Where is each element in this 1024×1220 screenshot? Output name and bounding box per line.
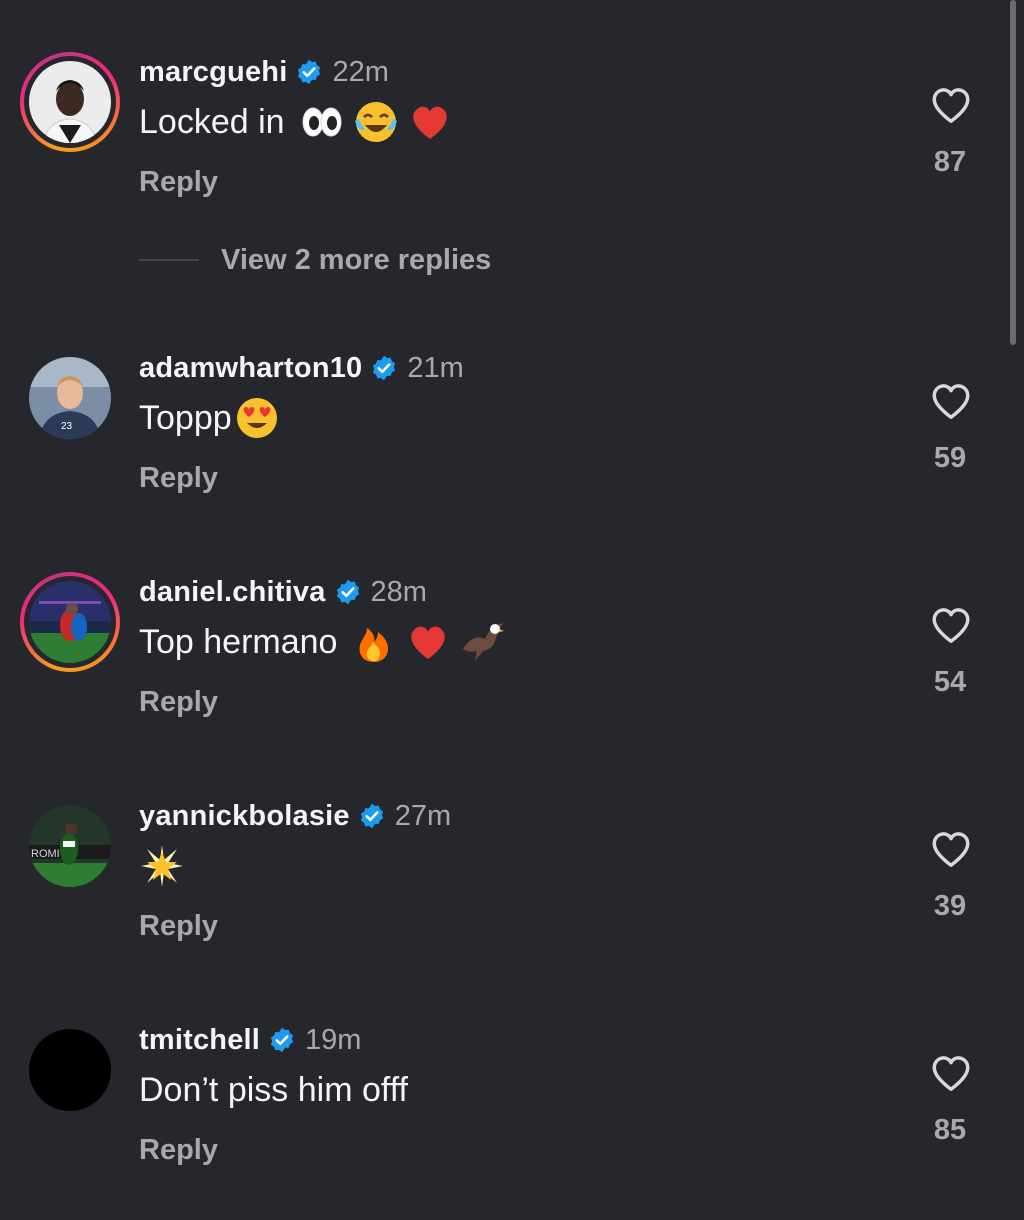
heart-like-icon[interactable] xyxy=(928,378,974,424)
avatar[interactable] xyxy=(29,581,111,663)
comment-text: Locked in xyxy=(139,96,453,148)
avatar-container[interactable] xyxy=(20,1020,120,1120)
verified-badge-icon xyxy=(270,1027,294,1053)
username[interactable]: yannickbolasie xyxy=(139,800,350,833)
avatar[interactable]: ROMI xyxy=(29,805,111,887)
username[interactable]: tmitchell xyxy=(139,1024,260,1057)
comment-header: adamwharton10 21m xyxy=(139,348,464,388)
timestamp: 21m xyxy=(407,351,464,384)
svg-text:ROMI: ROMI xyxy=(31,848,60,860)
avatar-container[interactable]: 23 xyxy=(20,348,120,448)
svg-text:23: 23 xyxy=(61,421,73,432)
view-more-replies[interactable]: View 2 more replies xyxy=(139,238,491,282)
red-heart-emoji-icon xyxy=(412,106,447,139)
heart-like-icon[interactable] xyxy=(928,602,974,648)
comment-item: 23 adamwharton10 21m Toppp Reply 59 xyxy=(0,348,1024,548)
fire-emoji-icon xyxy=(359,628,389,662)
like-count: 59 xyxy=(933,442,967,474)
reply-button[interactable]: Reply xyxy=(139,166,218,199)
avatar[interactable] xyxy=(29,1029,111,1111)
comment-header: marcguehi 22m xyxy=(139,52,389,92)
view-more-replies-label[interactable]: View 2 more replies xyxy=(221,244,491,277)
avatar[interactable]: 23 xyxy=(29,357,111,439)
comment-header: yannickbolasie 27m xyxy=(139,796,451,836)
red-heart-emoji-icon xyxy=(411,626,446,659)
comment-item: tmitchell 19m Don’t piss him offf Reply … xyxy=(0,1020,1024,1220)
heart-like-icon[interactable] xyxy=(928,82,974,128)
comment-item: daniel.chitiva 28m Top hermano Reply 54 xyxy=(0,572,1024,772)
comment-body: Locked in xyxy=(139,102,285,141)
verified-badge-icon xyxy=(360,803,383,829)
divider-line xyxy=(139,259,199,261)
comment-header: daniel.chitiva 28m xyxy=(139,572,427,612)
verified-badge-icon xyxy=(373,355,396,381)
like-count: 87 xyxy=(933,146,967,178)
heart-like-icon[interactable] xyxy=(928,1050,974,1096)
tears-of-joy-emoji-icon xyxy=(354,102,397,142)
reply-button[interactable]: Reply xyxy=(139,1134,218,1167)
comment-body: Toppp xyxy=(139,398,232,437)
like-count: 39 xyxy=(933,890,967,922)
username[interactable]: adamwharton10 xyxy=(139,352,362,385)
heart-eyes-emoji-icon xyxy=(236,398,277,438)
comment-text: Toppp xyxy=(139,392,280,444)
reply-button[interactable]: Reply xyxy=(139,910,218,943)
heart-like-icon[interactable] xyxy=(928,826,974,872)
comment-body: Don’t piss him offf xyxy=(139,1070,408,1109)
comment-text xyxy=(139,840,185,892)
glowing-star-emoji-icon xyxy=(141,845,183,887)
timestamp: 27m xyxy=(394,799,452,832)
verified-badge-icon xyxy=(298,59,321,85)
comment-header: tmitchell 19m xyxy=(139,1020,361,1060)
avatar-container[interactable]: ROMI xyxy=(20,796,120,896)
eagle-emoji-icon xyxy=(463,623,505,661)
like-count: 85 xyxy=(933,1114,967,1146)
comment-item: ROMI yannickbolasie 27m Reply 39 xyxy=(0,796,1024,996)
timestamp: 28m xyxy=(370,575,427,608)
avatar[interactable] xyxy=(29,61,111,143)
reply-button[interactable]: Reply xyxy=(139,462,218,495)
username[interactable]: daniel.chitiva xyxy=(139,576,326,609)
comment-body: Top hermano xyxy=(139,622,338,661)
like-count: 54 xyxy=(933,666,967,698)
avatar-story-ring[interactable] xyxy=(20,52,120,152)
reply-button[interactable]: Reply xyxy=(139,686,218,719)
verified-badge-icon xyxy=(336,579,359,605)
comment-item: marcguehi 22m Locked in Reply 87 xyxy=(0,52,1024,252)
timestamp: 19m xyxy=(305,1023,362,1056)
comment-text: Don’t piss him offf xyxy=(139,1064,408,1116)
username[interactable]: marcguehi xyxy=(139,56,287,89)
timestamp: 22m xyxy=(332,55,389,88)
eyes-emoji-icon xyxy=(302,107,342,137)
comment-text: Top hermano xyxy=(139,616,505,668)
avatar-story-ring[interactable] xyxy=(20,572,120,672)
